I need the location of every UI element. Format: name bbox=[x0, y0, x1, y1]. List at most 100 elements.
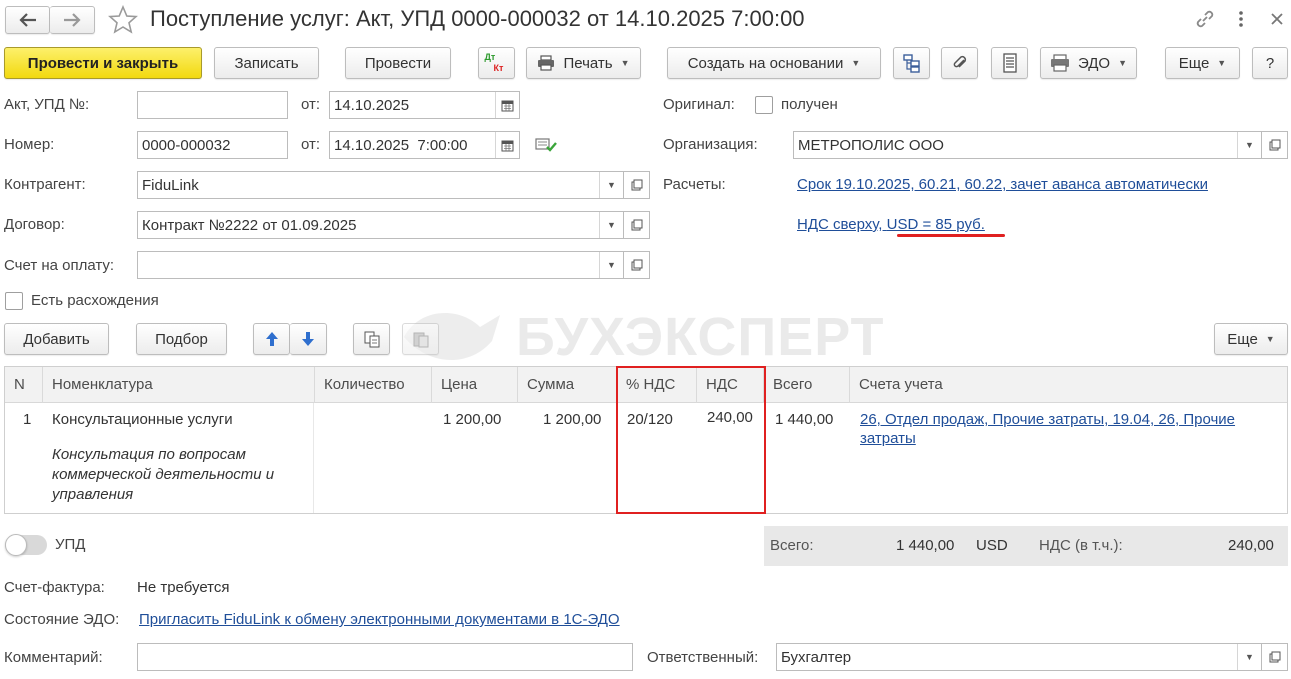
row-note-line3: управления bbox=[52, 486, 134, 503]
chevron-down-icon: ▼ bbox=[1118, 58, 1128, 68]
upd-toggle[interactable] bbox=[5, 534, 47, 556]
post-and-close-label: Провести и закрыть bbox=[27, 54, 179, 72]
print-button[interactable]: Печать ▼ bbox=[526, 47, 641, 79]
vat-highlight-box bbox=[616, 366, 766, 514]
more-vertical-icon[interactable] bbox=[1234, 8, 1248, 30]
settlements-link[interactable]: Срок 19.10.2025, 60.21, 60.22, зачет ава… bbox=[797, 176, 1208, 193]
chevron-down-icon[interactable]: ▼ bbox=[599, 252, 623, 278]
move-down-button[interactable] bbox=[290, 323, 327, 355]
row-total: 1 440,00 bbox=[775, 411, 834, 428]
post-and-close-button[interactable]: Провести и закрыть bbox=[4, 47, 202, 79]
original-received-checkbox[interactable] bbox=[755, 96, 773, 114]
contract-open-button[interactable] bbox=[624, 211, 650, 239]
act-number-input[interactable] bbox=[137, 91, 288, 119]
arrow-left-icon bbox=[18, 13, 36, 27]
more-label: Еще bbox=[1178, 54, 1210, 72]
row-accounts-line2[interactable]: затраты bbox=[860, 430, 916, 447]
row-item: Консультационные услуги bbox=[52, 411, 233, 428]
create-based-on-button[interactable]: Создать на основании ▼ bbox=[667, 47, 881, 79]
print-label: Печать bbox=[563, 54, 613, 72]
responsible-open-button[interactable] bbox=[1262, 643, 1288, 671]
table-more-label: Еще bbox=[1227, 330, 1258, 348]
row-accounts-line1[interactable]: 26, Отдел продаж, Прочие затраты, 19.04,… bbox=[860, 411, 1235, 428]
edo-state-label: Состояние ЭДО: bbox=[4, 611, 120, 628]
contractor-open-button[interactable] bbox=[624, 171, 650, 199]
row-note-line1: Консультация по вопросам bbox=[52, 446, 246, 463]
post-label: Провести bbox=[364, 54, 432, 72]
discrepancy-checkbox[interactable] bbox=[5, 292, 23, 310]
edo-invite-link[interactable]: Пригласить FiduLink к обмену электронным… bbox=[139, 611, 620, 628]
add-row-button[interactable]: Добавить bbox=[4, 323, 109, 355]
calendar-icon[interactable] bbox=[495, 92, 519, 118]
help-label: ? bbox=[1265, 54, 1275, 72]
structure-button[interactable] bbox=[893, 47, 930, 79]
number-input[interactable]: 0000-000032 bbox=[137, 131, 288, 159]
col-item[interactable]: Номенклатура bbox=[43, 367, 315, 403]
dt-kt-button[interactable]: Дт Кт bbox=[478, 47, 515, 79]
vat-red-underline bbox=[897, 234, 1005, 237]
organization-value: МЕТРОПОЛИС ООО bbox=[798, 136, 944, 154]
open-window-icon bbox=[631, 219, 642, 231]
col-qty[interactable]: Количество bbox=[315, 367, 432, 403]
col-accounts[interactable]: Счета учета bbox=[850, 367, 1287, 403]
copy-row-button[interactable] bbox=[353, 323, 390, 355]
row-n: 1 bbox=[23, 411, 32, 428]
report-button[interactable] bbox=[991, 47, 1028, 79]
act-number-label: Акт, УПД №: bbox=[4, 96, 90, 113]
open-window-icon bbox=[631, 259, 642, 271]
comment-input[interactable] bbox=[137, 643, 633, 671]
row-price: 1 200,00 bbox=[443, 411, 502, 428]
responsible-label: Ответственный: bbox=[647, 649, 759, 666]
col-price[interactable]: Цена bbox=[432, 367, 518, 403]
document-check-icon[interactable] bbox=[535, 136, 557, 154]
forward-button[interactable] bbox=[50, 6, 95, 34]
calendar-icon[interactable] bbox=[495, 132, 519, 158]
chevron-down-icon: ▼ bbox=[620, 58, 630, 68]
close-icon[interactable] bbox=[1268, 10, 1286, 28]
printer-icon bbox=[538, 55, 555, 71]
link-icon[interactable] bbox=[1194, 8, 1216, 30]
organization-input[interactable]: МЕТРОПОЛИС ООО ▼ bbox=[793, 131, 1262, 159]
act-date-input[interactable]: 14.10.2025 bbox=[329, 91, 520, 119]
kt-label: Кт bbox=[493, 63, 504, 73]
invoice-input[interactable]: ▼ bbox=[137, 251, 624, 279]
invoice-open-button[interactable] bbox=[624, 251, 650, 279]
paste-icon bbox=[413, 332, 428, 348]
col-sum[interactable]: Сумма bbox=[518, 367, 617, 403]
col-total[interactable]: Всего bbox=[764, 367, 850, 403]
settlements-label: Расчеты: bbox=[663, 176, 726, 193]
save-button[interactable]: Записать bbox=[214, 47, 319, 79]
original-received-label: получен bbox=[781, 96, 838, 113]
number-date-input[interactable]: 14.10.2025 7:00:00 bbox=[329, 131, 520, 159]
attachments-button[interactable] bbox=[941, 47, 978, 79]
back-button[interactable] bbox=[5, 6, 50, 34]
favorite-star-icon[interactable] bbox=[108, 5, 138, 35]
window-title: Поступление услуг: Акт, УПД 0000-000032 … bbox=[150, 6, 805, 31]
paste-row-button[interactable] bbox=[402, 323, 439, 355]
chevron-down-icon[interactable]: ▼ bbox=[599, 172, 623, 198]
vat-link[interactable]: НДС сверху, USD = 85 руб. bbox=[797, 216, 985, 233]
original-label: Оригинал: bbox=[663, 96, 735, 113]
post-button[interactable]: Провести bbox=[345, 47, 451, 79]
number-date-from-label: от: bbox=[301, 136, 321, 153]
chevron-down-icon[interactable]: ▼ bbox=[599, 212, 623, 238]
help-button[interactable]: ? bbox=[1252, 47, 1288, 79]
contract-input[interactable]: Контракт №2222 от 01.09.2025 ▼ bbox=[137, 211, 624, 239]
move-up-button[interactable] bbox=[253, 323, 290, 355]
table-more-button[interactable]: Еще ▼ bbox=[1214, 323, 1288, 355]
arrow-down-icon bbox=[302, 332, 314, 346]
col-n[interactable]: N bbox=[5, 367, 43, 403]
discrepancy-label: Есть расхождения bbox=[31, 292, 159, 309]
hierarchy-icon bbox=[902, 54, 920, 73]
contractor-input[interactable]: FiduLink ▼ bbox=[137, 171, 624, 199]
pick-button[interactable]: Подбор bbox=[136, 323, 227, 355]
more-button[interactable]: Еще ▼ bbox=[1165, 47, 1240, 79]
organization-open-button[interactable] bbox=[1262, 131, 1288, 159]
save-label: Записать bbox=[234, 54, 299, 72]
responsible-input[interactable]: Бухгалтер ▼ bbox=[776, 643, 1262, 671]
totals-bar: Всего: 1 440,00 USD НДС (в т.ч.): 240,00 bbox=[764, 526, 1288, 566]
chevron-down-icon[interactable]: ▼ bbox=[1237, 132, 1261, 158]
edo-button[interactable]: ЭДО ▼ bbox=[1040, 47, 1137, 79]
chevron-down-icon[interactable]: ▼ bbox=[1237, 644, 1261, 670]
dt-kt-icon: Дт Кт bbox=[485, 52, 509, 74]
